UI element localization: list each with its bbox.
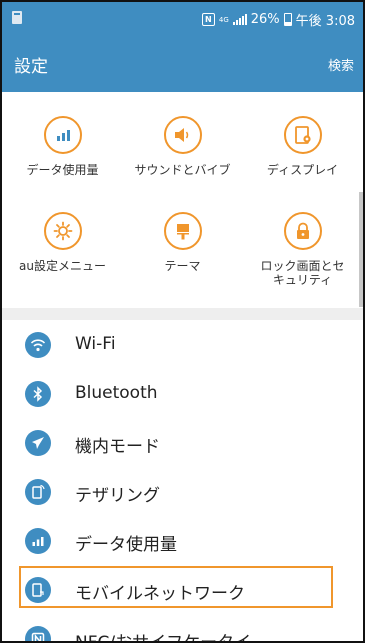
network-type-label: 4G — [218, 15, 229, 24]
phone-screen: N 4G 26% 午後 3:08 設定 検索 データ使用量 サウンドとバイブ デ… — [0, 0, 365, 643]
au-settings-icon — [43, 212, 82, 250]
list-item-label: 機内モード — [75, 437, 160, 457]
mobile-network-icon — [25, 577, 51, 603]
list-item-mobile-network[interactable]: モバイルネットワーク — [2, 565, 363, 615]
display-icon — [283, 116, 322, 154]
status-bar: N 4G 26% 午後 3:08 — [2, 2, 363, 34]
scrollbar[interactable] — [359, 192, 363, 307]
notification-icon — [12, 11, 22, 24]
quick-setting-label: サウンドとバイブ — [134, 163, 231, 177]
page-title: 設定 — [14, 57, 48, 77]
list-item-label: NFC/おサイフケータイ — [75, 633, 252, 643]
list-item-bluetooth[interactable]: Bluetooth — [2, 369, 363, 419]
quick-setting-lock-screen[interactable]: ロック画面とセ キュリティ — [245, 212, 360, 287]
quick-setting-theme[interactable]: テーマ — [125, 212, 240, 273]
lock-icon — [283, 212, 322, 250]
nfc-status-icon: N — [201, 13, 215, 26]
battery-icon — [283, 13, 292, 26]
quick-settings-panel: データ使用量 サウンドとバイブ ディスプレイ au設定メニュー テーマ ロック画… — [2, 92, 363, 308]
list-item-label: Bluetooth — [75, 383, 158, 403]
quick-setting-sound[interactable]: サウンドとバイブ — [125, 116, 240, 177]
quick-setting-label: ロック画面とセ キュリティ — [260, 259, 345, 287]
section-divider — [2, 308, 363, 320]
list-item-airplane-mode[interactable]: 機内モード — [2, 418, 363, 468]
data-usage-icon — [43, 116, 82, 154]
clock: 午後 3:08 — [295, 14, 355, 29]
list-item-label: データ使用量 — [75, 535, 177, 555]
data-usage-icon — [25, 528, 51, 554]
battery-percent: 26% — [250, 12, 280, 27]
list-item-data-usage[interactable]: データ使用量 — [2, 516, 363, 566]
status-indicators: N 4G 26% 午後 3:08 — [201, 10, 355, 29]
signal-icon — [232, 14, 247, 25]
quick-setting-display[interactable]: ディスプレイ — [245, 116, 360, 177]
theme-icon — [163, 212, 202, 250]
quick-setting-au-menu[interactable]: au設定メニュー — [5, 212, 120, 273]
app-bar: 設定 検索 — [2, 34, 363, 92]
quick-setting-label: ディスプレイ — [266, 163, 339, 177]
list-item-tethering[interactable]: テザリング — [2, 467, 363, 517]
airplane-icon — [25, 430, 51, 456]
quick-setting-label: au設定メニュー — [19, 259, 106, 273]
quick-setting-data-usage[interactable]: データ使用量 — [5, 116, 120, 177]
tethering-icon — [25, 479, 51, 505]
quick-setting-label: データ使用量 — [26, 163, 99, 177]
wifi-icon — [25, 332, 51, 358]
search-button[interactable]: 検索 — [328, 55, 354, 74]
list-item-wifi[interactable]: Wi-Fi — [2, 320, 363, 370]
sound-icon — [163, 116, 202, 154]
nfc-icon — [25, 626, 51, 641]
list-item-label: Wi-Fi — [75, 334, 116, 354]
bluetooth-icon — [25, 381, 51, 407]
list-item-nfc[interactable]: NFC/おサイフケータイ — [2, 614, 363, 643]
list-item-label: テザリング — [75, 486, 160, 506]
quick-setting-label: テーマ — [164, 259, 201, 273]
list-item-label: モバイルネットワーク — [75, 584, 245, 604]
